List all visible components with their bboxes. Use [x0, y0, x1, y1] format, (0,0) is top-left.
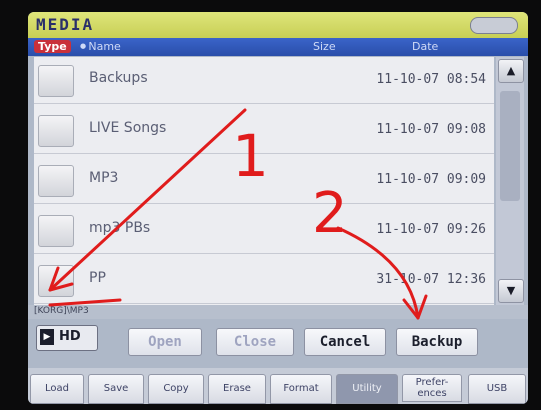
scroll-thumb[interactable]: [500, 91, 520, 201]
file-name: LIVE Songs: [89, 120, 167, 136]
file-date: 31-10-07 12:36: [376, 272, 486, 287]
current-path: [KORG]\MP3: [34, 306, 89, 316]
list-item[interactable]: Backups 11-10-07 08:54: [34, 57, 494, 104]
file-date: 11-10-07 09:09: [376, 172, 486, 187]
play-arrow-icon: ▶: [40, 329, 54, 345]
file-name: MP3: [89, 170, 119, 186]
tab-copy[interactable]: Copy: [148, 374, 204, 404]
file-name: PP: [89, 270, 106, 286]
tab-erase[interactable]: Erase: [208, 374, 266, 404]
list-item[interactable]: MP3 11-10-07 09:09: [34, 157, 494, 204]
tab-preferences[interactable]: Prefer- ences: [402, 374, 462, 402]
tab-save[interactable]: Save: [88, 374, 144, 404]
column-type[interactable]: Type: [34, 40, 71, 53]
path-bar: [KORG]\MP3: [28, 305, 528, 319]
list-item[interactable]: PP 31-10-07 12:36: [34, 257, 494, 304]
folder-icon: [38, 165, 74, 197]
list-item[interactable]: LIVE Songs 11-10-07 09:08: [34, 107, 494, 154]
file-list: Backups 11-10-07 08:54 LIVE Songs 11-10-…: [34, 57, 494, 305]
close-button[interactable]: Close: [216, 328, 294, 356]
backup-button[interactable]: Backup: [396, 328, 478, 356]
title-bar-button[interactable]: [470, 17, 518, 34]
cancel-button[interactable]: Cancel: [304, 328, 386, 356]
device-selector[interactable]: ▶ HD: [36, 325, 98, 351]
column-size[interactable]: Size: [313, 40, 336, 53]
scroll-up-icon[interactable]: ▲: [498, 59, 524, 83]
scrollbar[interactable]: ▲ ▼: [496, 57, 524, 305]
column-date[interactable]: Date: [412, 40, 438, 53]
folder-icon: [38, 215, 74, 247]
tab-bar: Load Save Copy Erase Format Utility Pref…: [28, 368, 528, 404]
window-title: MEDIA: [36, 15, 95, 34]
file-date: 11-10-07 08:54: [376, 72, 486, 87]
tab-utility[interactable]: Utility: [336, 374, 398, 404]
file-name: Backups: [89, 70, 148, 86]
folder-icon: [38, 265, 74, 297]
column-header: Type Name Size Date: [28, 38, 528, 56]
file-date: 11-10-07 09:26: [376, 222, 486, 237]
tab-format[interactable]: Format: [270, 374, 332, 404]
open-button[interactable]: Open: [128, 328, 202, 356]
folder-icon: [38, 115, 74, 147]
scroll-down-icon[interactable]: ▼: [498, 279, 524, 303]
file-date: 11-10-07 09:08: [376, 122, 486, 137]
list-item[interactable]: mp3 PBs 11-10-07 09:26: [34, 207, 494, 254]
title-bar: MEDIA: [28, 12, 528, 38]
folder-icon: [38, 65, 74, 97]
device-label: HD: [59, 329, 81, 344]
media-screen: MEDIA Type Name Size Date Backups 11-10-…: [28, 12, 528, 404]
tab-usb[interactable]: USB: [468, 374, 526, 404]
column-name[interactable]: Name: [80, 40, 120, 53]
file-name: mp3 PBs: [89, 220, 151, 236]
tab-load[interactable]: Load: [30, 374, 84, 404]
